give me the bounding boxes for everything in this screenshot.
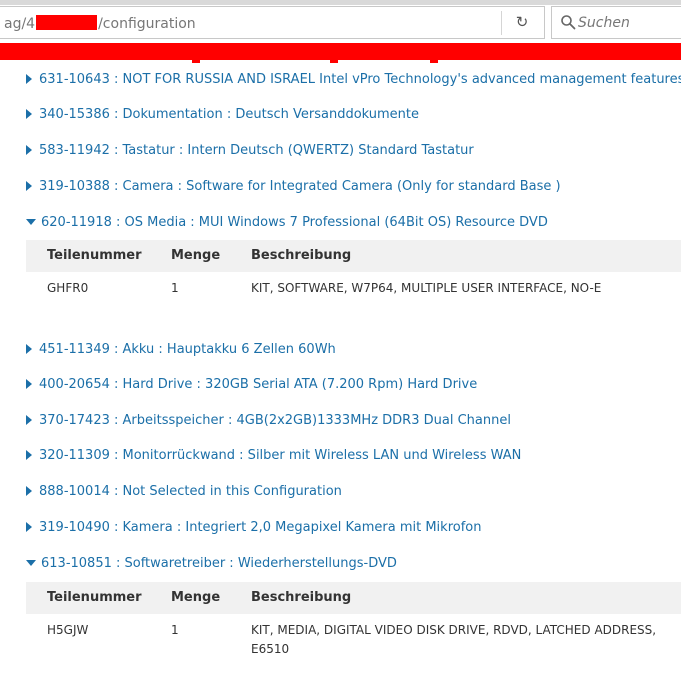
address-bar[interactable]: ag/4/configuration ↻ — [0, 6, 545, 39]
header-redaction-mark — [192, 60, 200, 63]
config-item-label: 370-17423 : Arbeitsspeicher : 4GB(2x2GB)… — [39, 413, 511, 428]
config-item[interactable]: 451-11349 : Akku : Hauptakku 6 Zellen 60… — [26, 339, 336, 361]
expand-arrow-icon[interactable] — [26, 379, 32, 389]
config-item[interactable]: 583-11942 : Tastatur : Intern Deutsch (Q… — [26, 140, 474, 162]
config-item-label: 631-10643 : NOT FOR RUSSIA AND ISRAEL In… — [39, 72, 681, 87]
config-item-label: 320-11309 : Monitorrückwand : Silber mit… — [39, 448, 522, 463]
header-description: Beschreibung — [251, 248, 352, 263]
table-header: Teilenummer Menge Beschreibung — [26, 240, 681, 272]
header-description: Beschreibung — [251, 590, 352, 605]
config-item[interactable]: 370-17423 : Arbeitsspeicher : 4GB(2x2GB)… — [26, 410, 511, 432]
config-item-expanded[interactable]: 613-10851 : Softwaretreiber : Wiederhers… — [26, 553, 397, 575]
address-text[interactable]: ag/4/configuration — [4, 15, 196, 32]
url-suffix: /configuration — [98, 16, 196, 32]
config-item-label: 400-20654 : Hard Drive : 320GB Serial AT… — [39, 377, 478, 392]
cell-part-number: GHFR0 — [47, 281, 89, 295]
url-prefix: ag/4 — [4, 16, 36, 32]
expand-arrow-icon[interactable] — [26, 74, 32, 84]
config-item-label: 319-10388 : Camera : Software for Integr… — [39, 179, 561, 194]
config-item-label: 583-11942 : Tastatur : Intern Deutsch (Q… — [39, 143, 474, 158]
config-item[interactable]: 631-10643 : NOT FOR RUSSIA AND ISRAEL In… — [26, 69, 681, 91]
config-item[interactable]: 400-20654 : Hard Drive : 320GB Serial AT… — [26, 374, 477, 396]
expand-arrow-icon[interactable] — [26, 145, 32, 155]
config-item-label: 888-10014 : Not Selected in this Configu… — [39, 484, 342, 499]
header-redaction-mark — [330, 60, 338, 63]
url-redaction — [36, 15, 98, 30]
expand-arrow-icon[interactable] — [26, 486, 32, 496]
header-redaction-mark — [430, 60, 438, 63]
header-part-number: Teilenummer — [47, 248, 142, 263]
expand-arrow-icon[interactable] — [26, 109, 32, 119]
search-box[interactable]: Suchen — [551, 6, 681, 39]
expand-arrow-icon[interactable] — [26, 344, 32, 354]
config-item-expanded[interactable]: 620-11918 : OS Media : MUI Windows 7 Pro… — [26, 212, 548, 234]
header-quantity: Menge — [171, 248, 221, 263]
cell-part-number: H5GJW — [47, 623, 89, 637]
reload-icon[interactable]: ↻ — [514, 13, 530, 31]
table-header: Teilenummer Menge Beschreibung — [26, 582, 681, 614]
config-item[interactable]: 888-10014 : Not Selected in this Configu… — [26, 481, 342, 503]
cell-description: KIT, MEDIA, DIGITAL VIDEO DISK DRIVE, RD… — [251, 623, 657, 656]
config-item-label: 620-11918 : OS Media : MUI Windows 7 Pro… — [41, 215, 548, 230]
config-item-label: 613-10851 : Softwaretreiber : Wiederhers… — [41, 556, 397, 571]
config-item[interactable]: 319-10490 : Kamera : Integriert 2,0 Mega… — [26, 517, 481, 539]
header-quantity: Menge — [171, 590, 221, 605]
cell-quantity: 1 — [171, 281, 179, 295]
config-item[interactable]: 319-10388 : Camera : Software for Integr… — [26, 176, 561, 198]
cell-quantity: 1 — [171, 623, 179, 637]
config-item[interactable]: 340-15386 : Dokumentation : Deutsch Vers… — [26, 104, 419, 126]
expand-arrow-icon[interactable] — [26, 181, 32, 191]
config-item[interactable]: 320-11309 : Monitorrückwand : Silber mit… — [26, 445, 521, 467]
search-placeholder: Suchen — [578, 15, 630, 31]
expand-arrow-icon[interactable] — [26, 450, 32, 460]
address-divider — [501, 11, 502, 35]
search-icon — [561, 15, 576, 30]
collapse-arrow-icon[interactable] — [26, 560, 36, 566]
expand-arrow-icon[interactable] — [26, 522, 32, 532]
collapse-arrow-icon[interactable] — [26, 219, 36, 225]
config-item-label: 340-15386 : Dokumentation : Deutsch Vers… — [39, 107, 420, 122]
cell-description: KIT, SOFTWARE, W7P64, MULTIPLE USER INTE… — [251, 281, 602, 295]
header-redaction — [0, 43, 681, 60]
expand-arrow-icon[interactable] — [26, 415, 32, 425]
config-item-label: 451-11349 : Akku : Hauptakku 6 Zellen 60… — [39, 342, 336, 357]
header-part-number: Teilenummer — [47, 590, 142, 605]
config-item-label: 319-10490 : Kamera : Integriert 2,0 Mega… — [39, 520, 482, 535]
browser-top-border — [0, 0, 681, 5]
